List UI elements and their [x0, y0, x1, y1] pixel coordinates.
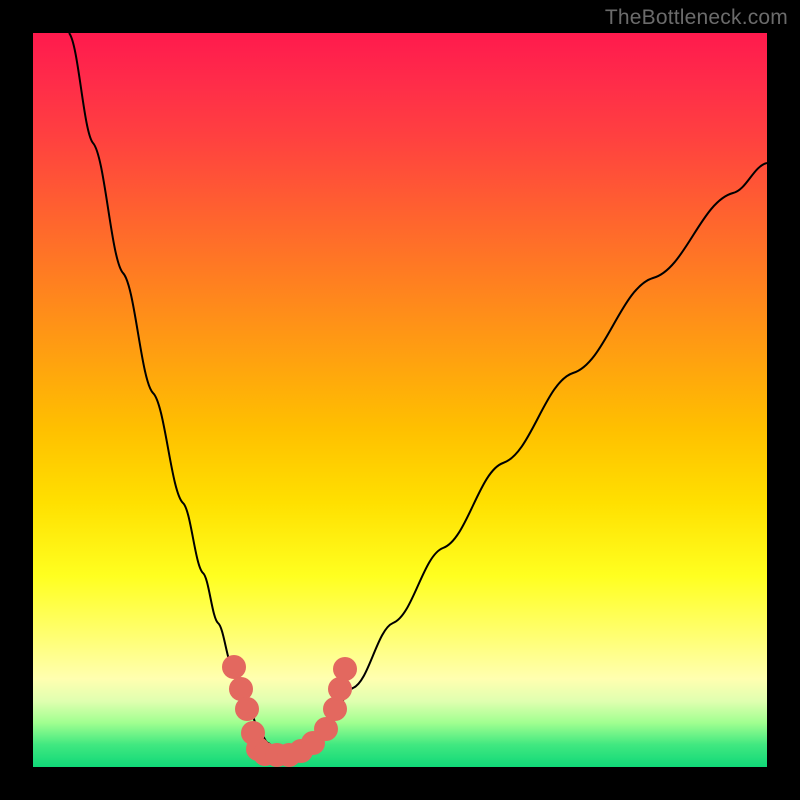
chart-svg — [33, 33, 767, 767]
curve-marker — [328, 677, 352, 701]
watermark-label: TheBottleneck.com — [605, 6, 788, 30]
curve-marker — [333, 657, 357, 681]
chart-frame: TheBottleneck.com — [0, 0, 800, 800]
curve-marker — [323, 697, 347, 721]
bottleneck-curve — [69, 33, 767, 754]
plot-area — [33, 33, 767, 767]
curve-markers — [222, 655, 357, 767]
curve-marker — [235, 697, 259, 721]
curve-marker — [222, 655, 246, 679]
